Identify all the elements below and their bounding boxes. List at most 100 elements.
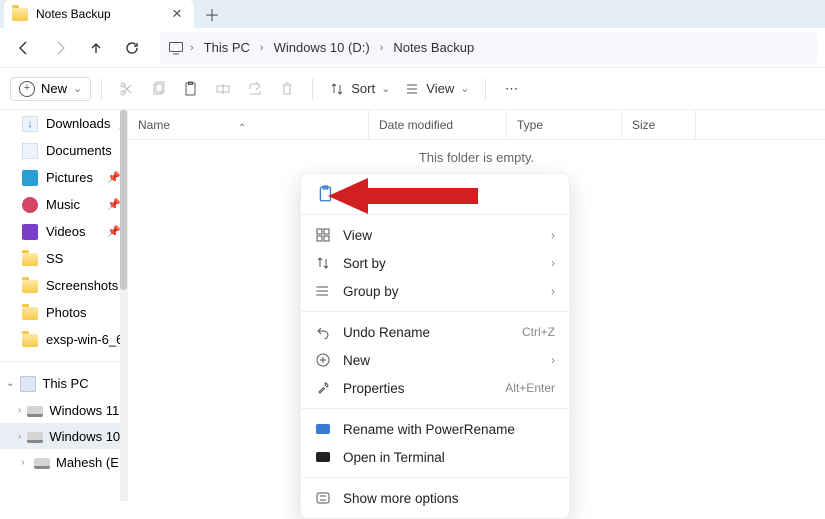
sidebar-item-label: Photos: [46, 305, 86, 320]
sidebar-item[interactable]: exsp-win-6_6_0-: [0, 326, 127, 353]
sidebar-item-label: Windows 10 (D:): [49, 429, 127, 444]
chevron-right-icon[interactable]: ›: [18, 457, 28, 468]
drive-icon: [34, 458, 50, 469]
sidebar-item[interactable]: Screenshots: [0, 272, 127, 299]
share-button[interactable]: [240, 74, 270, 104]
ctx-powerrename[interactable]: Rename with PowerRename: [301, 415, 569, 443]
view-button[interactable]: View ⌄: [398, 74, 475, 104]
sidebar-drive[interactable]: › Mahesh (E:): [0, 449, 127, 475]
breadcrumb-item[interactable]: This PC: [200, 38, 254, 57]
sort-button[interactable]: Sort ⌄: [323, 74, 396, 104]
col-type[interactable]: Type: [506, 110, 621, 139]
separator: [312, 78, 313, 100]
sidebar-item[interactable]: SS: [0, 245, 127, 272]
sidebar-drive[interactable]: › Windows 10 (D:): [0, 423, 127, 449]
download-icon: [22, 116, 38, 132]
sidebar-thispc[interactable]: ⌄ This PC: [0, 370, 127, 397]
sidebar-item-label: Documents: [46, 143, 112, 158]
breadcrumb-item[interactable]: Windows 10 (D:): [270, 38, 374, 57]
drive-icon: [27, 406, 43, 417]
sidebar-item[interactable]: Documents 📌: [0, 137, 127, 164]
context-menu: View› Sort by› Group by› Undo RenameCtrl…: [300, 173, 570, 519]
ctx-properties[interactable]: PropertiesAlt+Enter: [301, 374, 569, 402]
ctx-paste-button[interactable]: [313, 181, 339, 207]
forward-button[interactable]: [44, 32, 76, 64]
pic-icon: [22, 170, 38, 186]
sidebar-item[interactable]: Videos 📌: [0, 218, 127, 245]
sort-icon: [315, 255, 331, 271]
plus-icon: +: [19, 81, 35, 97]
ctx-terminal[interactable]: Open in Terminal: [301, 443, 569, 471]
plus-icon: [315, 352, 331, 368]
separator: [101, 78, 102, 100]
sidebar-item[interactable]: Pictures 📌: [0, 164, 127, 191]
col-name[interactable]: Name: [128, 118, 368, 132]
scrollbar[interactable]: [120, 110, 127, 501]
sidebar-item[interactable]: Downloads 📌: [0, 110, 127, 137]
pin-icon: 📌: [107, 171, 121, 184]
sidebar-drive[interactable]: › Windows 11 (C:): [0, 397, 127, 423]
more-button[interactable]: ⋯: [496, 74, 526, 104]
thispc-label: This PC: [42, 376, 88, 391]
sidebar-item-label: Windows 11 (C:): [49, 403, 127, 418]
view-icon: [404, 81, 420, 97]
vid-icon: [22, 224, 38, 240]
chevron-right-icon: ›: [551, 228, 555, 242]
nav-row: › This PC › Windows 10 (D:) › Notes Back…: [0, 28, 825, 68]
sidebar-item-label: exsp-win-6_6_0-: [46, 332, 127, 347]
folder-icon: [22, 253, 38, 266]
monitor-icon: [168, 40, 184, 56]
sidebar-item-label: Music: [46, 197, 80, 212]
more-options-icon: [315, 490, 331, 506]
chevron-right-icon[interactable]: ›: [18, 431, 21, 442]
tab-strip: Notes Backup ✕ ＋: [0, 0, 825, 28]
chevron-right-icon[interactable]: ›: [18, 405, 21, 416]
col-size[interactable]: Size: [621, 110, 696, 139]
chevron-down-icon: ⌄: [381, 82, 390, 95]
pin-icon: 📌: [107, 225, 121, 238]
view-label: View: [426, 81, 454, 96]
paste-icon: [317, 185, 335, 203]
sidebar-item[interactable]: Music 📌: [0, 191, 127, 218]
col-date[interactable]: Date modified: [368, 110, 506, 139]
ctx-view[interactable]: View›: [301, 221, 569, 249]
wrench-icon: [315, 380, 331, 396]
undo-icon: [315, 324, 331, 340]
delete-button[interactable]: [272, 74, 302, 104]
sidebar-item[interactable]: Photos: [0, 299, 127, 326]
pin-icon: 📌: [107, 198, 121, 211]
tab-title: Notes Backup: [36, 7, 111, 21]
sidebar-item-label: Videos: [46, 224, 86, 239]
column-headers: Name Date modified Type Size: [128, 110, 825, 140]
powerrename-icon: [315, 421, 331, 437]
folder-icon: [22, 334, 38, 347]
breadcrumb-item[interactable]: Notes Backup: [389, 38, 478, 57]
paste-button[interactable]: [176, 74, 206, 104]
rename-button[interactable]: [208, 74, 238, 104]
breadcrumb[interactable]: › This PC › Windows 10 (D:) › Notes Back…: [160, 32, 817, 64]
cut-button[interactable]: [112, 74, 142, 104]
copy-button[interactable]: [144, 74, 174, 104]
back-button[interactable]: [8, 32, 40, 64]
new-label: New: [41, 81, 67, 96]
ctx-new[interactable]: New›: [301, 346, 569, 374]
ctx-sortby[interactable]: Sort by›: [301, 249, 569, 277]
chevron-right-icon: ›: [551, 284, 555, 298]
ctx-undo[interactable]: Undo RenameCtrl+Z: [301, 318, 569, 346]
terminal-icon: [315, 449, 331, 465]
folder-icon: [22, 280, 38, 293]
tab-notes-backup[interactable]: Notes Backup ✕: [4, 0, 194, 28]
ctx-more[interactable]: Show more options: [301, 484, 569, 512]
new-tab-button[interactable]: ＋: [194, 0, 230, 28]
sidebar-item-label: Mahesh (E:): [56, 455, 127, 470]
new-button[interactable]: + New ⌄: [10, 77, 91, 101]
refresh-button[interactable]: [116, 32, 148, 64]
up-button[interactable]: [80, 32, 112, 64]
close-icon[interactable]: ✕: [170, 7, 184, 21]
folder-icon: [12, 8, 28, 21]
pc-icon: [20, 376, 36, 392]
ctx-groupby[interactable]: Group by›: [301, 277, 569, 305]
sidebar-item-label: SS: [46, 251, 63, 266]
chevron-down-icon: ⌄: [460, 82, 469, 95]
music-icon: [22, 197, 38, 213]
